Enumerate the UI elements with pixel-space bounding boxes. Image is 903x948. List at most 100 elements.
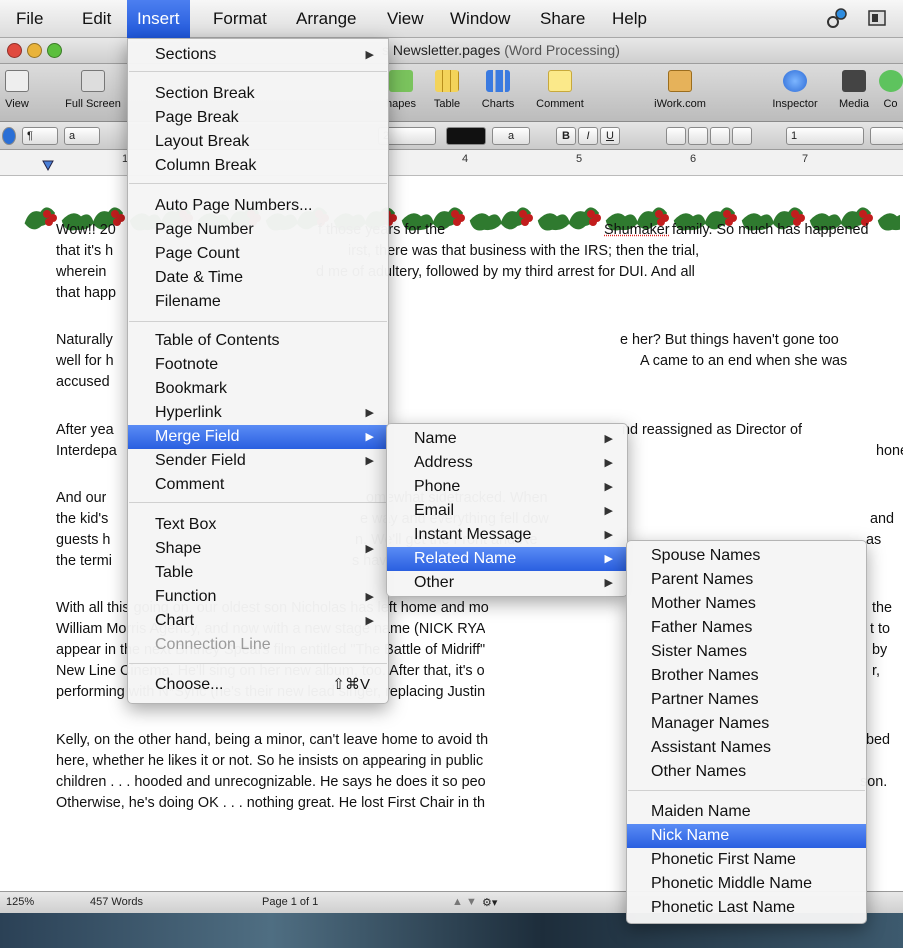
table-button[interactable]: Table <box>426 66 468 120</box>
menu-item-choose[interactable]: Choose... ⇧⌘V <box>128 673 388 697</box>
menu-item-chart[interactable]: Chart ▶ <box>128 609 388 633</box>
menu-edit[interactable]: Edit <box>72 0 121 38</box>
menu-file[interactable]: File <box>6 0 53 38</box>
related-item-phonetic-middle-name[interactable]: Phonetic Middle Name <box>627 872 866 896</box>
line-spacing-field[interactable]: 1 <box>786 127 864 145</box>
view-button[interactable]: View <box>2 66 32 120</box>
inspector-button[interactable]: Inspector <box>765 66 825 120</box>
menu-item-hyperlink[interactable]: Hyperlink ▶ <box>128 401 388 425</box>
related-item-partner-names[interactable]: Partner Names <box>627 688 866 712</box>
menu-item-bookmark[interactable]: Bookmark <box>128 377 388 401</box>
merge-item-email[interactable]: Email ▶ <box>387 499 627 523</box>
merge-item-related-name[interactable]: Related Name ▶ <box>387 547 627 571</box>
full-screen-button[interactable]: Full Screen <box>58 66 128 120</box>
menu-item-table[interactable]: Table <box>128 561 388 585</box>
menu-help[interactable]: Help <box>602 0 657 38</box>
menu-item-label: Partner Names <box>651 691 759 708</box>
menu-item-label: Table <box>155 564 193 581</box>
merge-item-name[interactable]: Name ▶ <box>387 427 627 451</box>
menu-item-page-count[interactable]: Page Count <box>128 242 388 266</box>
menu-arrange[interactable]: Arrange <box>286 0 366 38</box>
first-indent-marker-icon[interactable] <box>42 160 54 172</box>
related-item-father-names[interactable]: Father Names <box>627 616 866 640</box>
menu-item-footnote[interactable]: Footnote <box>128 353 388 377</box>
underline-button[interactable]: U <box>600 127 620 145</box>
italic-button[interactable]: I <box>578 127 598 145</box>
related-item-mother-names[interactable]: Mother Names <box>627 592 866 616</box>
menu-format[interactable]: Format <box>203 0 277 38</box>
menu-item-comment[interactable]: Comment <box>128 473 388 497</box>
ruler-number: 6 <box>690 153 696 165</box>
menu-item-layout-break[interactable]: Layout Break <box>128 130 388 154</box>
menu-item-page-break[interactable]: Page Break <box>128 106 388 130</box>
related-item-other-names[interactable]: Other Names <box>627 760 866 784</box>
zoom-popup[interactable]: 125% <box>6 896 34 908</box>
highlight-color-well[interactable]: a <box>492 127 530 145</box>
merge-item-other[interactable]: Other ▶ <box>387 571 627 595</box>
menu-item-page-number[interactable]: Page Number <box>128 218 388 242</box>
colors-button[interactable]: Co <box>878 66 903 120</box>
menu-item-sections[interactable]: Sections ▶ <box>128 43 388 67</box>
charts-button[interactable]: Charts <box>474 66 522 120</box>
menu-item-text-box[interactable]: Text Box <box>128 513 388 537</box>
menu-item-label: Filename <box>155 293 221 310</box>
menu-item-date-time[interactable]: Date & Time <box>128 266 388 290</box>
related-item-phonetic-first-name[interactable]: Phonetic First Name <box>627 848 866 872</box>
menu-item-function[interactable]: Function ▶ <box>128 585 388 609</box>
submenu-arrow-icon: ▶ <box>605 571 613 595</box>
zoom-icon[interactable] <box>47 43 62 58</box>
menu-item-label: Hyperlink <box>155 404 222 421</box>
menu-item-table-of-contents[interactable]: Table of Contents <box>128 329 388 353</box>
wireless-icon[interactable] <box>826 7 848 29</box>
body-text-line: After yea <box>56 420 114 441</box>
merge-item-address[interactable]: Address ▶ <box>387 451 627 475</box>
align-center-icon[interactable] <box>688 127 708 145</box>
menu-item-shape[interactable]: Shape ▶ <box>128 537 388 561</box>
related-item-phonetic-last-name[interactable]: Phonetic Last Name <box>627 896 866 920</box>
iwork-button[interactable]: iWork.com <box>645 66 715 120</box>
related-item-maiden-name[interactable]: Maiden Name <box>627 800 866 824</box>
character-style-popup[interactable]: a <box>64 127 100 145</box>
justify-icon[interactable] <box>732 127 752 145</box>
menu-item-label: Phone <box>414 478 460 495</box>
align-left-icon[interactable] <box>666 127 686 145</box>
body-text-line: Wow!! 20 <box>56 220 116 241</box>
menu-item-auto-page-numbers[interactable]: Auto Page Numbers... <box>128 194 388 218</box>
menu-item-label: Text Box <box>155 516 216 533</box>
related-item-sister-names[interactable]: Sister Names <box>627 640 866 664</box>
gear-icon[interactable]: ⚙▾ <box>482 896 497 909</box>
menu-share[interactable]: Share <box>530 0 595 38</box>
display-icon[interactable] <box>866 7 888 29</box>
menu-window[interactable]: Window <box>440 0 520 38</box>
media-button[interactable]: Media <box>834 66 874 120</box>
text-color-well[interactable] <box>446 127 486 145</box>
menu-item-section-break[interactable]: Section Break <box>128 82 388 106</box>
shapes-button[interactable]: hapes <box>384 66 418 120</box>
body-text-line: Otherwise, he's doing OK . . . nothing g… <box>56 793 485 814</box>
page-nav-arrows-icon[interactable]: ▲ ▼ <box>452 896 477 908</box>
paragraph-style-popup[interactable]: ¶ <box>22 127 58 145</box>
menu-item-filename[interactable]: Filename <box>128 290 388 314</box>
align-right-icon[interactable] <box>710 127 730 145</box>
menu-view[interactable]: View <box>377 0 434 38</box>
menu-item-merge-field[interactable]: Merge Field ▶ <box>128 425 388 449</box>
menu-item-column-break[interactable]: Column Break <box>128 154 388 178</box>
related-item-parent-names[interactable]: Parent Names <box>627 568 866 592</box>
related-item-assistant-names[interactable]: Assistant Names <box>627 736 866 760</box>
bold-button[interactable]: B <box>556 127 576 145</box>
related-item-spouse-names[interactable]: Spouse Names <box>627 544 866 568</box>
menu-separator <box>129 502 387 503</box>
merge-item-instant-message[interactable]: Instant Message ▶ <box>387 523 627 547</box>
submenu-arrow-icon: ▶ <box>605 523 613 547</box>
comment-button[interactable]: Comment <box>528 66 592 120</box>
related-item-brother-names[interactable]: Brother Names <box>627 664 866 688</box>
styles-drawer-button[interactable] <box>2 127 16 145</box>
columns-popup[interactable] <box>870 127 903 145</box>
related-item-manager-names[interactable]: Manager Names <box>627 712 866 736</box>
menu-item-sender-field[interactable]: Sender Field ▶ <box>128 449 388 473</box>
minimize-icon[interactable] <box>27 43 42 58</box>
related-item-nick-name[interactable]: Nick Name <box>627 824 866 848</box>
close-icon[interactable] <box>7 43 22 58</box>
merge-item-phone[interactable]: Phone ▶ <box>387 475 627 499</box>
menu-insert[interactable]: Insert <box>127 0 190 38</box>
